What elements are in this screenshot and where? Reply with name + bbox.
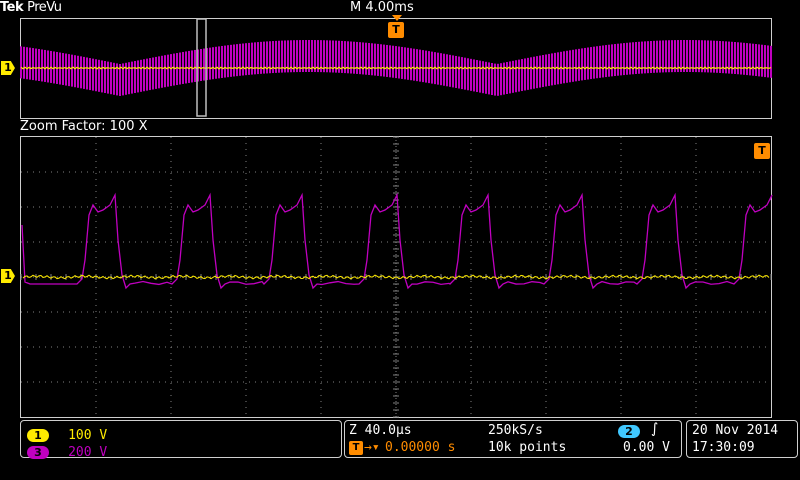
- rising-edge-icon: ∫: [651, 421, 659, 437]
- zoom-time-scale: Z 40.0µs: [349, 423, 412, 438]
- ch3-readout[interactable]: 3 200 V: [27, 441, 327, 460]
- trigger-position: 0.00000 s: [385, 440, 456, 455]
- ch3-scale: 200 V: [68, 445, 108, 460]
- datetime-panel[interactable]: 20 Nov 2014 17:30:09: [686, 420, 798, 458]
- acquisition-panel[interactable]: Z 40.0µs T →▾ 0.00000 s 250kS/s 10k poin…: [344, 420, 682, 458]
- sample-rate: 250kS/s: [488, 423, 543, 438]
- trigger-marker-zoom[interactable]: T: [754, 143, 770, 159]
- trigger-arrow-glyph: →▾: [364, 440, 380, 455]
- record-length: 10k points: [488, 440, 567, 455]
- trigger-source-badge: 2: [618, 425, 640, 438]
- channel-scale-panel[interactable]: 1 100 V 3 200 V: [20, 420, 342, 460]
- trigger-icon: T: [349, 441, 363, 455]
- ch1-readout[interactable]: 1 100 V: [27, 424, 327, 443]
- date-display: 20 Nov 2014: [692, 423, 779, 438]
- trigger-level: 0.00 V: [623, 440, 670, 455]
- zoom-waveform-plot: [20, 136, 773, 418]
- time-display: 17:30:09: [692, 440, 755, 455]
- ch3-badge: 3: [27, 446, 49, 459]
